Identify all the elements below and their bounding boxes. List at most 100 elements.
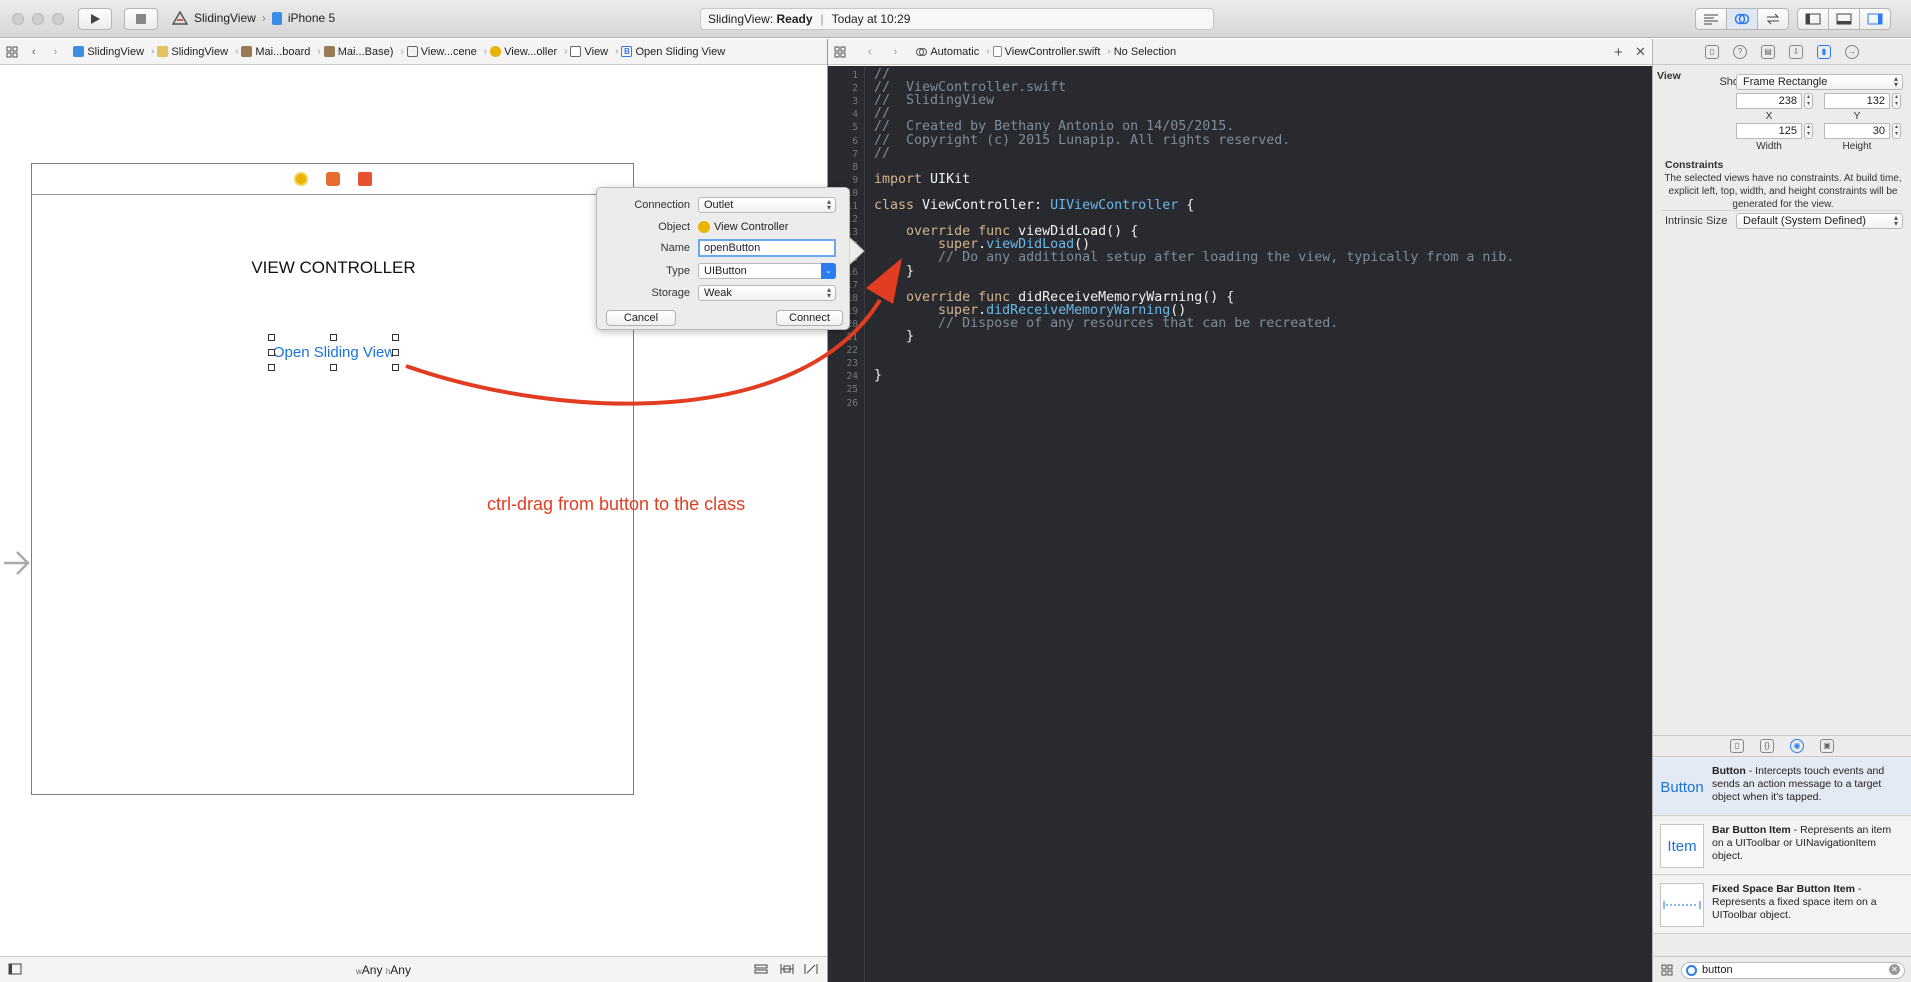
jump-item-base-storyboard[interactable]: Mai...Base) — [323, 46, 393, 58]
editor-split-divider[interactable] — [827, 39, 828, 982]
resize-handle[interactable] — [268, 349, 275, 356]
code-line[interactable]: // Do any additional setup after loading… — [874, 250, 1514, 265]
jump-item-file[interactable]: ViewController.swift — [992, 46, 1100, 58]
frame-x-stepper[interactable]: ▴ ▾ — [1804, 93, 1813, 109]
first-responder-icon[interactable] — [325, 172, 340, 186]
code-line[interactable]: // Copyright (c) 2015 Lunapip. All right… — [874, 133, 1290, 148]
stack-icon[interactable] — [754, 963, 768, 978]
size-inspector-icon[interactable]: ▮ — [1817, 44, 1831, 59]
outline-toggle-icon[interactable] — [8, 963, 22, 978]
resize-handle[interactable] — [330, 334, 337, 341]
file-template-library-icon[interactable]: ▯ — [1730, 739, 1744, 753]
frame-y-field[interactable]: 132 — [1824, 93, 1890, 109]
jump-item-button[interactable]: B Open Sliding View — [621, 46, 725, 58]
resolve-issues-icon[interactable] — [804, 963, 818, 978]
toggle-utilities-button[interactable] — [1859, 8, 1891, 30]
resize-handle[interactable] — [268, 364, 275, 371]
line-number: 25 — [846, 384, 858, 396]
code-line[interactable]: } — [874, 368, 882, 383]
related-items-icon[interactable] — [6, 46, 18, 58]
code-line[interactable]: // — [874, 146, 890, 161]
minimize-window-button[interactable] — [32, 13, 44, 25]
media-library-icon[interactable]: ▣ — [1820, 739, 1834, 753]
frame-height-stepper[interactable]: ▴ ▾ — [1892, 123, 1901, 139]
frame-y-stepper[interactable]: ▴ ▾ — [1892, 93, 1901, 109]
code-line[interactable]: class ViewController: UIViewController { — [874, 198, 1194, 213]
cancel-button[interactable]: Cancel — [606, 310, 676, 326]
size-class-width: Any — [361, 963, 383, 977]
forward-arrow-icon[interactable]: › — [894, 46, 898, 58]
view-controller-icon[interactable] — [293, 172, 308, 186]
stop-button[interactable] — [124, 8, 158, 30]
library-item-bar-button[interactable]: Item Bar Button Item - Represents an ite… — [1653, 817, 1911, 875]
jump-item-selection[interactable]: No Selection — [1114, 46, 1176, 58]
exit-icon[interactable] — [357, 172, 372, 186]
resize-handle[interactable] — [392, 349, 399, 356]
add-editor-icon[interactable]: + — [1614, 44, 1623, 61]
outlet-name-field[interactable]: openButton — [698, 239, 836, 257]
identity-inspector-icon[interactable]: ▤ — [1761, 44, 1775, 59]
object-library-icon[interactable]: ◉ — [1790, 739, 1804, 753]
resize-handle[interactable] — [268, 334, 275, 341]
view-controller-scene[interactable]: VIEW CONTROLLER Open Sliding View — [31, 163, 634, 795]
resize-handle[interactable] — [330, 364, 337, 371]
back-arrow-icon[interactable]: ‹ — [868, 46, 872, 58]
code-snippet-library-icon[interactable]: {} — [1760, 739, 1774, 753]
library-item-fixed-space[interactable]: Fixed Space Bar Button Item - Represents… — [1653, 876, 1911, 934]
jump-item-project[interactable]: SlidingView — [73, 46, 144, 58]
type-combo-box[interactable]: UIButton ⌄ — [698, 263, 836, 279]
library-search-input[interactable]: button — [1681, 962, 1905, 979]
code-line[interactable]: } — [874, 264, 914, 279]
forward-arrow-icon[interactable]: › — [54, 46, 58, 58]
storage-select[interactable]: Weak ▴ ▾ — [698, 285, 836, 301]
code-line[interactable]: import UIKit — [874, 172, 970, 187]
assistant-mode-selector[interactable]: Automatic — [915, 46, 979, 58]
frame-width-field[interactable]: 125 — [1736, 123, 1802, 139]
intrinsic-size-select[interactable]: Default (System Defined) ▴ ▾ — [1736, 213, 1903, 229]
connection-select[interactable]: Outlet ▴ ▾ — [698, 197, 836, 213]
zoom-window-button[interactable] — [52, 13, 64, 25]
attributes-inspector-icon[interactable]: ⇩ — [1789, 44, 1803, 59]
connect-button[interactable]: Connect — [776, 310, 843, 326]
pin-icon[interactable] — [780, 963, 794, 978]
grid-view-icon[interactable] — [1661, 964, 1673, 979]
library-item-button[interactable]: Button Button - Intercepts touch events … — [1653, 758, 1911, 816]
frame-height-field[interactable]: 30 — [1824, 123, 1890, 139]
file-inspector-icon[interactable]: ▯ — [1705, 44, 1719, 59]
back-arrow-icon[interactable]: ‹ — [32, 46, 36, 58]
code-line[interactable]: } — [874, 329, 914, 344]
version-editor-button[interactable] — [1757, 8, 1789, 30]
code-line[interactable]: // SlidingView — [874, 93, 994, 108]
scene-title-label[interactable]: VIEW CONTROLLER — [32, 258, 635, 278]
resize-handle[interactable] — [392, 364, 399, 371]
chevron-down-icon[interactable]: ⌄ — [821, 263, 836, 279]
related-items-icon[interactable] — [834, 46, 846, 58]
quick-help-icon[interactable]: ? — [1733, 44, 1747, 59]
jump-item-scene[interactable]: View...cene — [406, 46, 477, 58]
toggle-debug-area-button[interactable] — [1828, 8, 1860, 30]
assistant-editor-button[interactable] — [1726, 8, 1758, 30]
clear-search-icon[interactable]: ✕ — [1889, 964, 1900, 975]
jump-item-controller[interactable]: View...oller — [490, 46, 557, 58]
code-line[interactable]: // Dispose of any resources that can be … — [874, 316, 1338, 331]
scene-dock — [32, 164, 633, 195]
jump-item-view[interactable]: View — [570, 46, 608, 58]
size-class-control[interactable]: wAny hAny — [356, 963, 411, 977]
assistant-code-editor[interactable]: 1234567891011121314151617181920212223242… — [828, 66, 1652, 982]
frame-width-stepper[interactable]: ▴ ▾ — [1804, 123, 1813, 139]
close-window-button[interactable] — [12, 13, 24, 25]
jump-item-storyboard[interactable]: Mai...board — [241, 46, 310, 58]
frame-x-field[interactable]: 238 — [1736, 93, 1802, 109]
close-editor-icon[interactable]: ✕ — [1635, 44, 1646, 60]
search-icon — [1686, 965, 1697, 976]
resize-handle[interactable] — [392, 334, 399, 341]
toggle-navigator-button[interactable] — [1797, 8, 1829, 30]
standard-editor-button[interactable] — [1695, 8, 1727, 30]
code-token: class — [874, 198, 915, 213]
intrinsic-size-label: Intrinsic Size — [1665, 215, 1728, 227]
scheme-selector[interactable]: SlidingView › iPhone 5 — [172, 11, 335, 25]
connections-inspector-icon[interactable]: → — [1845, 44, 1859, 59]
run-button[interactable] — [78, 8, 112, 30]
jump-item-group[interactable]: SlidingView — [157, 46, 228, 58]
show-select[interactable]: Frame Rectangle ▴ ▾ — [1736, 74, 1903, 90]
